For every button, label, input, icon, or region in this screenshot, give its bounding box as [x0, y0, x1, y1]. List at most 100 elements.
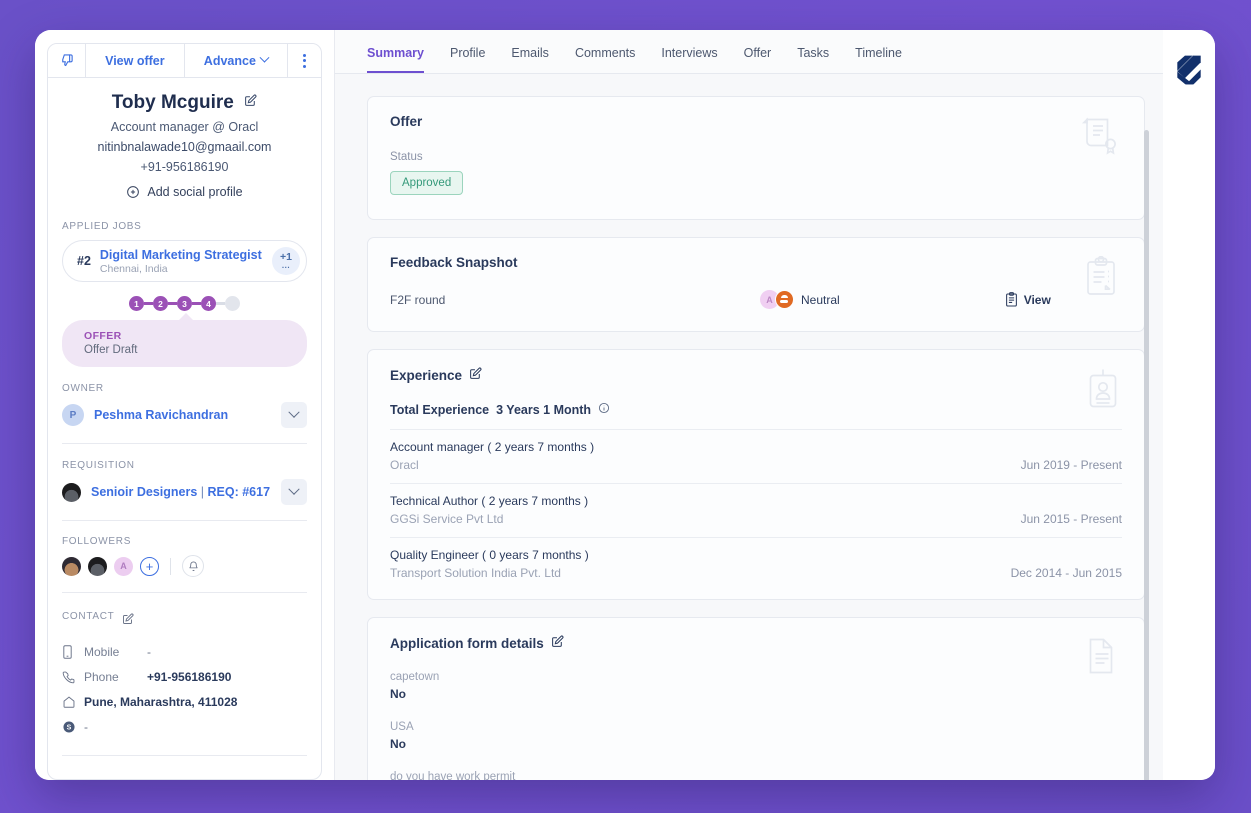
tab-summary[interactable]: Summary: [367, 46, 424, 73]
tab-comments[interactable]: Comments: [575, 46, 635, 73]
experience-company: GGSi Service Pvt Ltd: [390, 512, 504, 526]
experience-company: Transport Solution India Pvt. Ltd: [390, 566, 561, 580]
application-form-answer: No: [390, 737, 406, 751]
tab-offer[interactable]: Offer: [744, 46, 772, 73]
contact-header: CONTACT: [48, 611, 321, 630]
info-icon[interactable]: [598, 402, 610, 417]
followers-row: A +: [48, 555, 321, 577]
owner-dropdown-button[interactable]: [281, 402, 307, 428]
application-form-item: USA No: [390, 721, 1122, 751]
application-form-question: capetown: [390, 671, 440, 683]
contact-row-mobile: Mobile -: [48, 639, 321, 664]
experience-card-title: Experience: [390, 367, 1122, 383]
tab-tasks[interactable]: Tasks: [797, 46, 829, 73]
content-scrollbar[interactable]: [1144, 130, 1149, 780]
contact-label-mobile: Mobile: [84, 644, 120, 659]
experience-row: Quality Engineer ( 0 years 7 months ) Tr…: [390, 537, 1122, 591]
requisition-row[interactable]: Senioir Designers | REQ: #617: [48, 479, 321, 505]
owner-row[interactable]: P Peshma Ravichandran: [48, 402, 321, 428]
contact-label-phone: Phone: [84, 669, 119, 684]
tab-profile[interactable]: Profile: [450, 46, 485, 73]
app-window: View offer Advance Toby Mcguire Account …: [35, 30, 1215, 780]
offer-card-title: Offer: [390, 114, 423, 129]
scrollbar-thumb[interactable]: [1144, 130, 1149, 780]
experience-company: Oracl: [390, 458, 419, 472]
stage-step-3[interactable]: 3: [177, 296, 192, 311]
stage-step-1[interactable]: 1: [129, 296, 144, 311]
neutral-face-icon: [775, 290, 794, 309]
skype-icon: S: [62, 720, 84, 734]
experience-title: Account manager ( 2 years 7 months ): [390, 440, 595, 454]
total-experience-label: Total Experience: [390, 402, 490, 417]
current-stage-name: OFFER: [84, 330, 122, 342]
total-experience-row: Total Experience 3 Years 1 Month: [390, 402, 1122, 417]
applied-job-card[interactable]: #2 Digital Marketing Strategist Chennai,…: [62, 240, 307, 282]
requisition-label: REQUISITION: [62, 460, 135, 471]
kebab-menu-icon: [303, 53, 306, 68]
follower-avatar-3[interactable]: A: [114, 556, 133, 576]
advance-button[interactable]: Advance: [185, 44, 288, 77]
owner-name[interactable]: Peshma Ravichandran: [94, 408, 271, 422]
summary-cards: Offer Status Approved Feedback Snapshot …: [367, 96, 1145, 780]
feedback-view-button[interactable]: View: [1005, 292, 1051, 307]
requisition-title: Senioir Designers: [91, 485, 198, 499]
chevron-down-icon: [288, 483, 300, 495]
divider: [62, 592, 307, 593]
applied-jobs-more-badge[interactable]: +1 ...: [272, 247, 300, 275]
requisition-name[interactable]: Senioir Designers | REQ: #617: [91, 485, 271, 499]
experience-card: Experience Total Experience 3 Years 1 Mo…: [367, 349, 1145, 600]
applied-job-number: #2: [77, 254, 91, 268]
feedback-card-title: Feedback Snapshot: [390, 255, 518, 270]
owner-avatar: P: [62, 404, 84, 426]
company-logo: [1177, 55, 1201, 85]
stage-step-pending[interactable]: [225, 296, 240, 311]
candidate-header: Toby Mcguire Account manager @ Oracl nit…: [48, 78, 321, 203]
add-social-profile-button[interactable]: Add social profile: [58, 185, 311, 199]
follower-avatar-2[interactable]: [88, 556, 107, 576]
feedback-row: F2F round A Neutral View: [390, 290, 1122, 309]
offer-card: Offer Status Approved: [367, 96, 1145, 220]
contact-section: CONTACT Mobile - Phone +91-956186190 Pun…: [48, 611, 321, 756]
edit-contact-icon[interactable]: [122, 612, 134, 630]
detail-tabbar: Summary Profile Emails Comments Intervie…: [335, 30, 1163, 74]
thumbs-down-button[interactable]: [48, 44, 86, 77]
bell-icon: [188, 561, 198, 571]
stage-step-4[interactable]: 4: [201, 296, 216, 311]
thumbs-down-icon: [62, 54, 73, 67]
tab-interviews[interactable]: Interviews: [661, 46, 717, 73]
edit-experience-icon[interactable]: [469, 367, 482, 383]
follow-notifications-button[interactable]: [182, 555, 204, 577]
application-form-answer: No: [390, 687, 406, 701]
tab-emails[interactable]: Emails: [511, 46, 549, 73]
candidate-name: Toby Mcguire: [111, 92, 234, 113]
edit-application-form-icon[interactable]: [551, 635, 564, 651]
experience-row: Account manager ( 2 years 7 months ) Ora…: [390, 429, 1122, 483]
edit-name-icon[interactable]: [244, 94, 257, 112]
detail-content-scroll: Offer Status Approved Feedback Snapshot …: [335, 74, 1163, 780]
view-offer-button[interactable]: View offer: [86, 44, 185, 77]
stage-step-2[interactable]: 2: [153, 296, 168, 311]
applied-job-location: Chennai, India: [99, 262, 168, 275]
experience-dates: Dec 2014 - Jun 2015: [1010, 566, 1122, 580]
badge-id-icon: [1086, 368, 1120, 415]
contact-row-skype: S -: [48, 714, 321, 739]
applied-jobs-more-dots: ...: [281, 260, 291, 270]
total-experience-value: 3 Years 1 Month: [496, 402, 592, 417]
requisition-dropdown-button[interactable]: [281, 479, 307, 505]
clipboard-icon: [1005, 292, 1017, 307]
application-form-item: do you have work permit -: [390, 771, 1122, 780]
follower-avatar-1[interactable]: [62, 556, 81, 576]
contact-label: CONTACT: [62, 611, 115, 622]
followers-label: FOLLOWERS: [62, 536, 132, 547]
application-form-question: do you have work permit: [390, 771, 516, 780]
tab-timeline[interactable]: Timeline: [855, 46, 902, 73]
contact-value-phone: +91-956186190: [147, 669, 232, 684]
owner-label: OWNER: [62, 383, 104, 394]
applied-job-title[interactable]: Digital Marketing Strategist: [100, 248, 272, 262]
application-form-card: Application form details capetown No USA…: [367, 617, 1145, 780]
feedback-rating-group: A Neutral: [760, 290, 840, 309]
more-options-button[interactable]: [288, 44, 321, 77]
feedback-round-name: F2F round: [390, 292, 446, 307]
add-follower-button[interactable]: +: [140, 556, 159, 576]
feedback-view-label: View: [1023, 292, 1051, 307]
